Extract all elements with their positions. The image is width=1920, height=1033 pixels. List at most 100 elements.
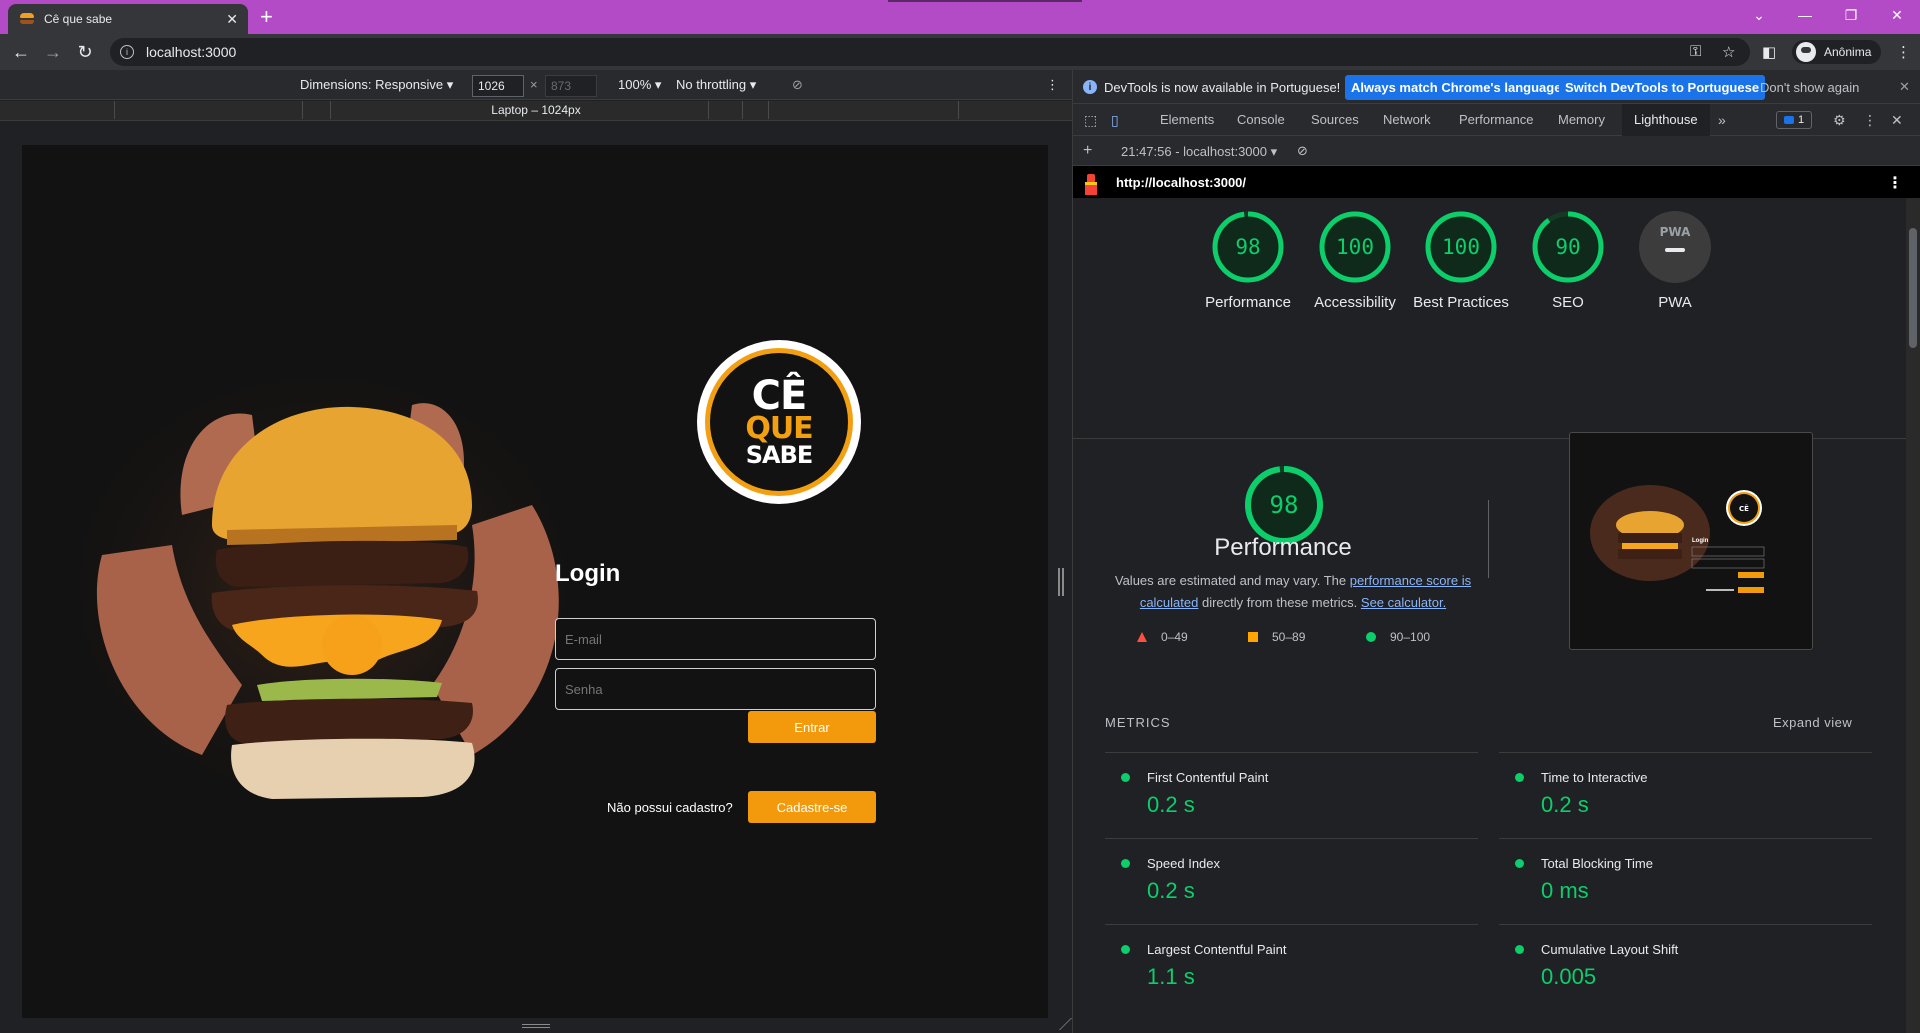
browser-tab[interactable]: Cê que sabe ✕ bbox=[8, 4, 248, 34]
metric-total-blocking-time: Total Blocking Time 0 ms bbox=[1499, 838, 1872, 924]
dimensions-dropdown[interactable]: Dimensions: Responsive ▾ bbox=[300, 77, 453, 93]
pwa-badge-text: PWA bbox=[1660, 225, 1691, 239]
see-calculator-link[interactable]: See calculator. bbox=[1361, 595, 1446, 610]
gauge-performance[interactable]: 98 Performance bbox=[1193, 210, 1303, 313]
profile-button[interactable]: Anônima bbox=[1792, 40, 1882, 64]
address-url: localhost:3000 bbox=[146, 44, 237, 60]
final-screenshot-image: CÊ Login bbox=[1590, 485, 1765, 593]
close-devtools-icon[interactable]: ✕ bbox=[1891, 112, 1903, 129]
device-toggle-icon[interactable]: ▯ bbox=[1111, 112, 1119, 129]
final-screenshot-thumbnail[interactable]: CÊ Login bbox=[1569, 432, 1813, 650]
browser-toolbar: ← → ↻ i localhost:3000 ⚿ ☆ ◧ Anônima ⋮ bbox=[0, 34, 1920, 70]
report-url[interactable]: http://localhost:3000/ bbox=[1116, 175, 1246, 190]
devtools-menu-icon[interactable]: ⋮ bbox=[1863, 112, 1877, 129]
perf-desc-middle: directly from these metrics. bbox=[1198, 595, 1361, 610]
switch-to-portuguese-button[interactable]: Switch DevTools to Portuguese bbox=[1559, 75, 1766, 100]
tab-strip: Cê que sabe ✕ + ⌄ — ❐ ✕ bbox=[0, 0, 1920, 34]
window-drag-indicator bbox=[888, 0, 1082, 2]
issues-badge[interactable]: 1 bbox=[1776, 111, 1812, 129]
back-arrow-icon[interactable]: ← bbox=[9, 40, 33, 64]
tab-lighthouse[interactable]: Lighthouse bbox=[1622, 104, 1710, 136]
metric-name: First Contentful Paint bbox=[1147, 770, 1269, 785]
throttling-dropdown[interactable]: No throttling ▾ bbox=[676, 77, 756, 93]
new-report-plus-icon[interactable]: + bbox=[1083, 142, 1092, 160]
restore-button[interactable]: ❐ bbox=[1828, 0, 1874, 30]
width-input[interactable]: 1026 bbox=[472, 75, 524, 97]
reload-icon[interactable]: ↻ bbox=[73, 40, 97, 64]
metric-name: Cumulative Layout Shift bbox=[1541, 942, 1679, 957]
score-ring: 100 bbox=[1319, 211, 1391, 283]
height-input[interactable]: 873 bbox=[545, 75, 597, 97]
settings-gear-icon[interactable]: ⚙ bbox=[1833, 112, 1846, 129]
tab-console[interactable]: Console bbox=[1237, 112, 1285, 127]
legend-average-range: 50–89 bbox=[1272, 630, 1306, 644]
metric-name: Speed Index bbox=[1147, 856, 1221, 871]
bookmark-star-icon[interactable]: ☆ bbox=[1722, 43, 1735, 61]
expand-view-toggle[interactable]: Expand view bbox=[1773, 715, 1852, 730]
pass-dot-icon bbox=[1121, 859, 1130, 868]
report-scrollbar[interactable] bbox=[1906, 198, 1920, 1033]
match-language-button[interactable]: Always match Chrome's language bbox=[1345, 75, 1568, 100]
metric-name: Largest Contentful Paint bbox=[1147, 942, 1287, 957]
report-selector[interactable]: 21:47:56 - localhost:3000 ▾ bbox=[1121, 144, 1277, 160]
scrollbar-thumb[interactable] bbox=[1909, 228, 1917, 348]
side-panel-icon[interactable]: ◧ bbox=[1762, 43, 1776, 61]
metric-value: 0.2 s bbox=[1541, 792, 1589, 817]
dont-show-again-button[interactable]: Don't show again bbox=[1754, 75, 1865, 100]
score-ring: 90 bbox=[1532, 211, 1604, 283]
new-tab-button[interactable]: + bbox=[260, 4, 273, 30]
login-submit-button[interactable]: Entrar bbox=[748, 711, 876, 743]
tab-sources[interactable]: Sources bbox=[1311, 112, 1359, 127]
score-value: 90 bbox=[1555, 235, 1580, 259]
zoom-label: 100% bbox=[618, 77, 652, 92]
email-field[interactable] bbox=[555, 618, 876, 660]
tab-elements[interactable]: Elements bbox=[1160, 112, 1214, 127]
viewport-side-resize-handle[interactable] bbox=[1058, 568, 1064, 596]
burger-favicon-icon bbox=[20, 13, 34, 25]
forward-arrow-icon[interactable]: → bbox=[41, 40, 65, 64]
gauge-seo[interactable]: 90 SEO bbox=[1513, 210, 1623, 313]
tab-performance[interactable]: Performance bbox=[1459, 112, 1533, 127]
metric-value: 0.005 bbox=[1541, 964, 1597, 989]
site-info-icon[interactable]: i bbox=[120, 45, 134, 59]
close-window-button[interactable]: ✕ bbox=[1874, 0, 1920, 30]
devtools-tabbar: ⬚ ▯ Elements Console Sources Network Per… bbox=[1073, 104, 1920, 136]
close-infobar-icon[interactable]: ✕ bbox=[1899, 79, 1910, 95]
address-bar[interactable]: i localhost:3000 bbox=[110, 38, 1750, 66]
gauge-best-practices[interactable]: 100 Best Practices bbox=[1406, 210, 1516, 313]
rotate-icon[interactable]: ⊘ bbox=[792, 77, 803, 93]
translate-icon[interactable]: ⚿ bbox=[1690, 43, 1701, 60]
report-menu-icon[interactable]: ⋮ bbox=[1887, 173, 1903, 193]
clear-report-icon[interactable]: ⊘ bbox=[1297, 143, 1308, 159]
signup-button[interactable]: Cadastre-se bbox=[748, 791, 876, 823]
login-heading: Login bbox=[555, 560, 621, 587]
perf-desc-prefix: Values are estimated and may vary. The bbox=[1114, 573, 1350, 588]
legend-average: 50–89 bbox=[1248, 630, 1305, 644]
metrics-header: METRICS bbox=[1105, 715, 1171, 730]
inspect-element-icon[interactable]: ⬚ bbox=[1084, 112, 1097, 129]
chrome-menu-icon[interactable]: ⋮ bbox=[1896, 43, 1911, 61]
close-tab-icon[interactable]: ✕ bbox=[226, 11, 238, 28]
media-query-bar[interactable]: Laptop – 1024px bbox=[0, 101, 1072, 121]
devtools-panel: i DevTools is now available in Portugues… bbox=[1072, 70, 1920, 1033]
more-tabs-icon[interactable]: » bbox=[1718, 112, 1726, 128]
metric-value: 0 ms bbox=[1541, 878, 1589, 903]
issues-count: 1 bbox=[1797, 114, 1805, 126]
dimensions-label: Dimensions: Responsive bbox=[300, 77, 444, 92]
gauge-label: Best Practices bbox=[1413, 294, 1509, 311]
gauge-accessibility[interactable]: 100 Accessibility bbox=[1300, 210, 1410, 313]
password-field[interactable] bbox=[555, 668, 876, 710]
viewport-bottom-resize-handle[interactable] bbox=[522, 1024, 550, 1028]
tab-network[interactable]: Network bbox=[1383, 112, 1431, 127]
tab-title: Cê que sabe bbox=[44, 12, 113, 26]
tab-search-chevron-icon[interactable]: ⌄ bbox=[1736, 0, 1782, 30]
zoom-dropdown[interactable]: 100% ▾ bbox=[618, 77, 661, 93]
burger-hero-image bbox=[62, 355, 592, 815]
language-infobar: i DevTools is now available in Portugues… bbox=[1073, 70, 1920, 104]
device-toolbar-menu-icon[interactable]: ⋮ bbox=[1046, 77, 1059, 93]
gauge-pwa[interactable]: PWA PWA bbox=[1620, 210, 1730, 313]
tab-memory[interactable]: Memory bbox=[1558, 112, 1605, 127]
throttling-label: No throttling bbox=[676, 77, 747, 92]
minimize-button[interactable]: — bbox=[1782, 0, 1828, 30]
report-url-bar: http://localhost:3000/ ⋮ bbox=[1073, 166, 1920, 198]
